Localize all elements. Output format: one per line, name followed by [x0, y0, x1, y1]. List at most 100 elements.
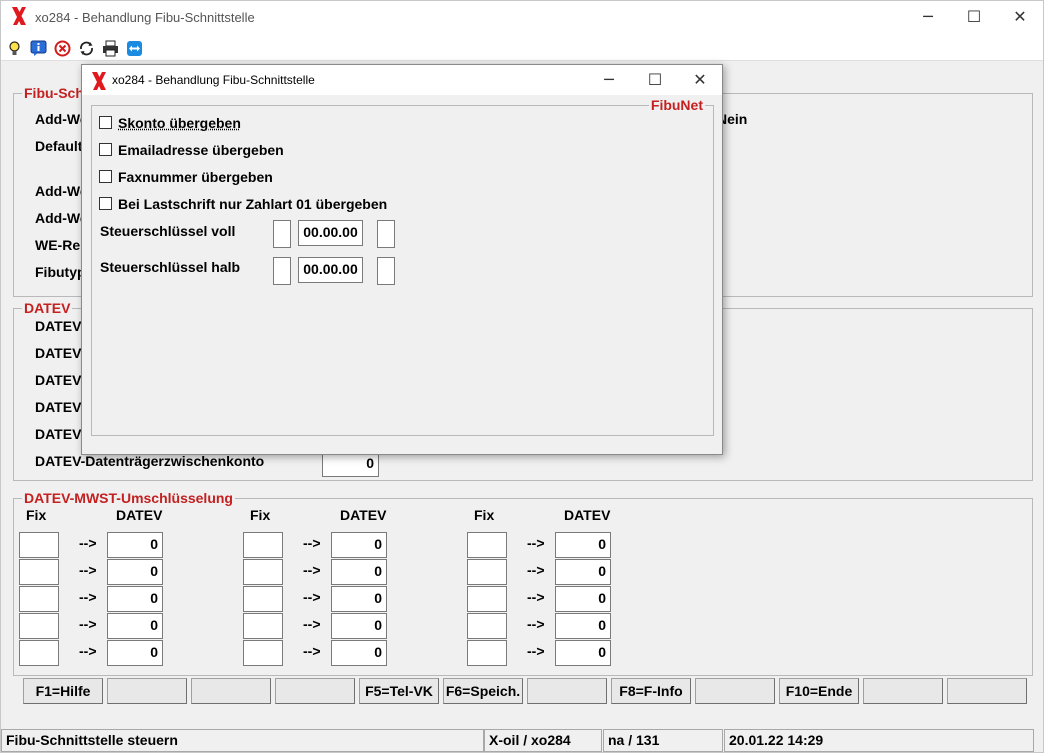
steuer-halb-prefix-field[interactable]: [273, 257, 291, 285]
fkey-button[interactable]: [947, 678, 1027, 704]
mwst-datev-field[interactable]: 0: [107, 613, 163, 639]
skonto-checkbox[interactable]: [99, 116, 112, 129]
minimize-button[interactable]: ─: [586, 65, 632, 95]
skonto-label[interactable]: Skonto übergeben: [118, 115, 241, 131]
col-header-fix: Fix: [250, 507, 271, 523]
email-label[interactable]: Emailadresse übergeben: [118, 142, 284, 158]
steuer-voll-suffix-field[interactable]: [377, 220, 395, 248]
mwst-fix-field[interactable]: [19, 532, 59, 558]
mwst-datev-field[interactable]: 0: [331, 640, 387, 666]
mwst-datev-field[interactable]: 0: [331, 559, 387, 585]
mwst-datev-field[interactable]: 0: [331, 613, 387, 639]
mwst-datev-field[interactable]: 0: [555, 613, 611, 639]
dialog-titlebar: xo284 - Behandlung Fibu-Schnittstelle ─ …: [82, 65, 722, 95]
datev-label: DATEV: [35, 399, 82, 415]
mwst-fix-field[interactable]: [19, 559, 59, 585]
minimize-button[interactable]: ─: [905, 1, 951, 33]
mwst-arrow: -->: [303, 535, 321, 551]
fkey-button[interactable]: [107, 678, 187, 704]
mwst-datev-field[interactable]: 0: [331, 532, 387, 558]
steuer-halb-label: Steuerschlüssel halb: [100, 259, 241, 275]
mwst-datev-field[interactable]: 0: [107, 586, 163, 612]
fkey-button[interactable]: F5=Tel-VK: [359, 678, 439, 704]
mwst-datev-field[interactable]: 0: [107, 640, 163, 666]
fax-label[interactable]: Faxnummer übergeben: [118, 169, 273, 185]
remote-support-icon[interactable]: [126, 40, 143, 57]
cancel-icon[interactable]: [54, 40, 71, 57]
mwst-datev-field[interactable]: 0: [555, 640, 611, 666]
steuer-halb-field[interactable]: 00.00.00: [298, 257, 363, 283]
datev-label: DATEV: [35, 345, 82, 361]
email-checkbox[interactable]: [99, 143, 112, 156]
lastschrift-label[interactable]: Bei Lastschrift nur Zahlart 01 übergeben: [118, 196, 387, 212]
steuer-voll-label: Steuerschlüssel voll: [100, 223, 236, 239]
mwst-arrow: -->: [527, 589, 545, 605]
mwst-fix-field[interactable]: [19, 640, 59, 666]
mwst-datev-field[interactable]: 0: [555, 559, 611, 585]
fkey-button[interactable]: [275, 678, 355, 704]
mwst-datev-field[interactable]: 0: [555, 586, 611, 612]
col-header-datev: DATEV: [340, 507, 387, 523]
fkey-button[interactable]: F8=F-Info: [611, 678, 691, 704]
mwst-arrow: -->: [303, 562, 321, 578]
col-header-fix: Fix: [26, 507, 47, 523]
mwst-arrow: -->: [527, 535, 545, 551]
fkey-button[interactable]: F6=Speich.: [443, 678, 523, 704]
dialog-title: xo284 - Behandlung Fibu-Schnittstelle: [112, 73, 315, 87]
fibu-label: Add-We: [35, 183, 88, 199]
col-header-datev: DATEV: [564, 507, 611, 523]
main-window-title: xo284 - Behandlung Fibu-Schnittstelle: [35, 10, 255, 25]
mwst-fix-field[interactable]: [243, 532, 283, 558]
mwst-datev-field[interactable]: 0: [331, 586, 387, 612]
maximize-button[interactable]: ☐: [951, 1, 997, 33]
mwst-fix-field[interactable]: [467, 559, 507, 585]
close-button[interactable]: ✕: [677, 65, 723, 95]
fibunet-dialog: xo284 - Behandlung Fibu-Schnittstelle ─ …: [81, 64, 723, 455]
col-header-datev: DATEV: [116, 507, 163, 523]
fibu-label: Fibutyp: [35, 264, 86, 280]
mwst-arrow: -->: [79, 535, 97, 551]
datev-label: DATEV: [35, 426, 82, 442]
mwst-fix-field[interactable]: [467, 586, 507, 612]
mwst-datev-field[interactable]: 0: [555, 532, 611, 558]
mwst-arrow: -->: [79, 643, 97, 659]
fibu-group-title: Fibu-Sch: [22, 85, 86, 101]
xoil-logo-icon: [92, 72, 106, 90]
lightbulb-icon[interactable]: [6, 40, 23, 57]
steuer-halb-suffix-field[interactable]: [377, 257, 395, 285]
fibu-label: WE-Re: [35, 237, 81, 253]
mwst-fix-field[interactable]: [243, 586, 283, 612]
fkey-button[interactable]: F1=Hilfe: [23, 678, 103, 704]
mwst-fix-field[interactable]: [19, 586, 59, 612]
fkey-button[interactable]: F10=Ende: [779, 678, 859, 704]
mwst-fix-field[interactable]: [467, 532, 507, 558]
mwst-fix-field[interactable]: [243, 559, 283, 585]
status-record: na / 131: [603, 729, 723, 752]
lastschrift-checkbox[interactable]: [99, 197, 112, 210]
info-icon[interactable]: [30, 40, 47, 57]
close-button[interactable]: ✕: [997, 1, 1043, 33]
mwst-datev-field[interactable]: 0: [107, 559, 163, 585]
mwst-datev-field[interactable]: 0: [107, 532, 163, 558]
mwst-fix-field[interactable]: [19, 613, 59, 639]
refresh-icon[interactable]: [78, 40, 95, 57]
mwst-fix-field[interactable]: [467, 640, 507, 666]
fkey-button[interactable]: [695, 678, 775, 704]
mwst-arrow: -->: [527, 562, 545, 578]
mwst-group: DATEV-MWST-Umschlüsselung: [13, 490, 1033, 676]
fibu-label: Default: [35, 138, 83, 154]
steuer-voll-field[interactable]: 00.00.00: [298, 220, 363, 246]
datev-label: DATEV: [35, 318, 82, 334]
steuer-voll-prefix-field[interactable]: [273, 220, 291, 248]
fkey-button[interactable]: [527, 678, 607, 704]
print-icon[interactable]: [102, 40, 119, 57]
datev-label: DATEV-Datenträgerzwischenkonto: [35, 453, 265, 469]
fkey-button[interactable]: [191, 678, 271, 704]
fibu-label: Add-We: [35, 111, 88, 127]
fax-checkbox[interactable]: [99, 170, 112, 183]
mwst-fix-field[interactable]: [467, 613, 507, 639]
maximize-button[interactable]: ☐: [632, 65, 678, 95]
mwst-fix-field[interactable]: [243, 613, 283, 639]
mwst-fix-field[interactable]: [243, 640, 283, 666]
fkey-button[interactable]: [863, 678, 943, 704]
